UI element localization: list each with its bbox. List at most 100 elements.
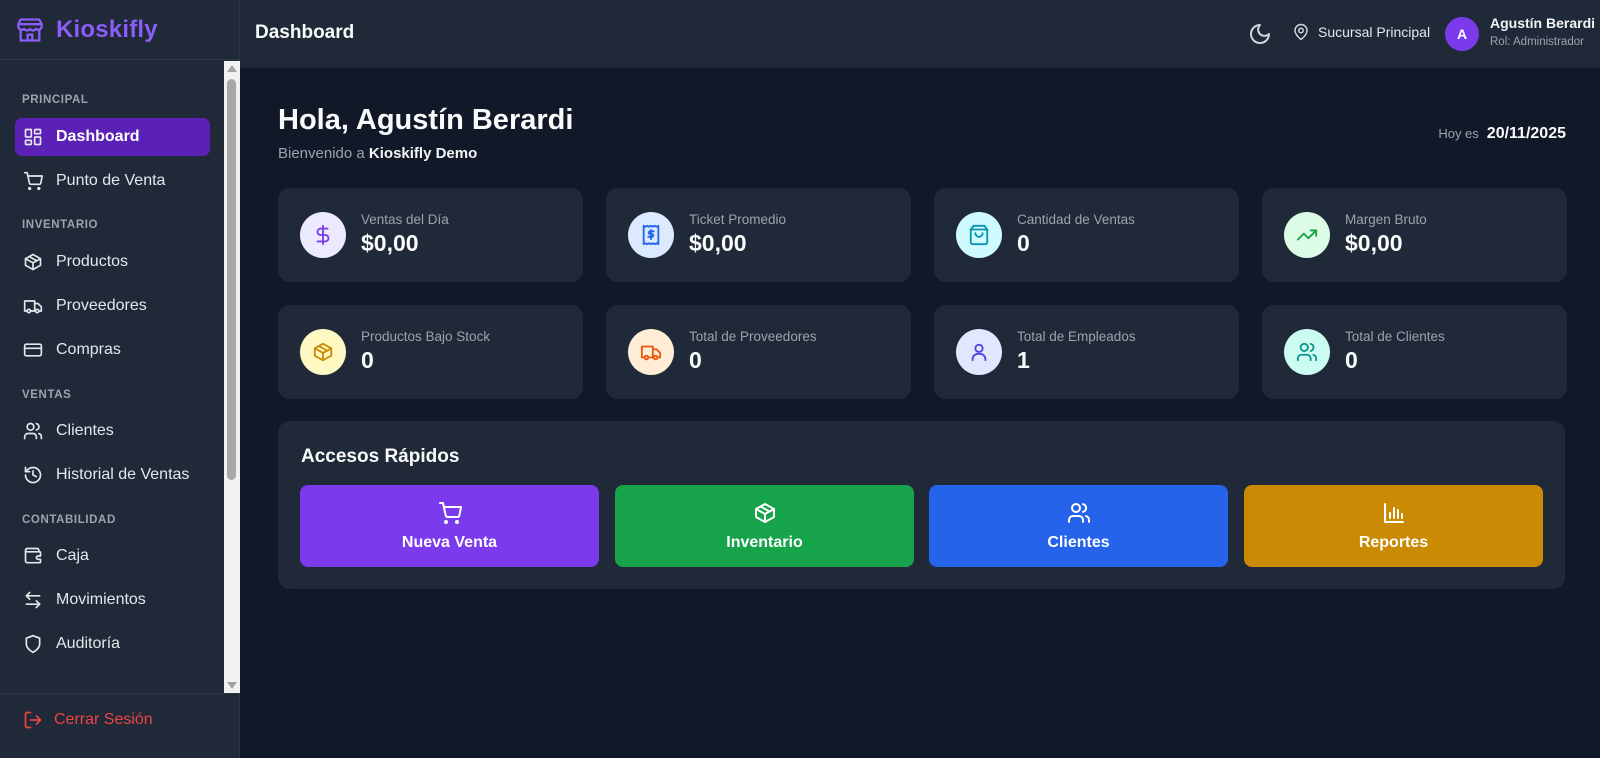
moon-icon[interactable] (1248, 22, 1272, 46)
quick-clients-button[interactable]: Clientes (929, 485, 1228, 567)
main-content: Hola, Agustín Berardi Bienvenido a Kiosk… (240, 68, 1600, 758)
truck-icon (640, 341, 662, 363)
stat-icon-circle (956, 329, 1002, 375)
package-icon (23, 252, 43, 272)
receipt-icon (640, 224, 662, 246)
stat-value: 0 (1345, 347, 1358, 373)
sidebar-item-label: Clientes (56, 422, 114, 439)
truck-icon (23, 296, 43, 316)
sidebar-item-productos[interactable]: Productos (15, 243, 210, 281)
users-icon (1296, 341, 1318, 363)
stat-value: 0 (1017, 230, 1030, 256)
stat-card-total-de-clientes: Total de Clientes 0 (1262, 305, 1567, 399)
quick-new-sale-button[interactable]: Nueva Venta (300, 485, 599, 567)
quick-inventory-button[interactable]: Inventario (615, 485, 914, 567)
stat-card-total-de-proveedores: Total de Proveedores 0 (606, 305, 911, 399)
bar-chart-icon (1382, 501, 1406, 525)
sidebar-item-label: Auditoría (56, 635, 121, 652)
today-date: Hoy es 20/11/2025 (1438, 125, 1566, 143)
stat-icon-circle (956, 212, 1002, 258)
stat-icon-circle (300, 212, 346, 258)
quick-button-label: Nueva Venta (401, 533, 498, 551)
scroll-up-arrow[interactable] (227, 65, 237, 72)
section-label-inventario: INVENTARIO (22, 219, 99, 231)
user-role: Rol: Administrador (1490, 36, 1584, 48)
package-icon (312, 341, 334, 363)
logout-button[interactable]: Cerrar Sesión (23, 710, 153, 730)
sidebar-item-clientes[interactable]: Clientes (15, 412, 210, 450)
sidebar-item-punto-de-venta[interactable]: Punto de Venta (15, 162, 210, 200)
sidebar-item-label: Productos (56, 253, 129, 270)
shield-icon (23, 634, 43, 654)
stat-icon-circle (628, 212, 674, 258)
store-name: Kioskifly Demo (368, 145, 478, 162)
stat-card-cantidad-de-ventas: Cantidad de Ventas 0 (934, 188, 1239, 282)
section-label-principal: PRINCIPAL (22, 94, 89, 106)
stat-card-total-de-empleados: Total de Empleados 1 (934, 305, 1239, 399)
wallet-icon (23, 546, 43, 566)
history-icon (23, 465, 43, 485)
sidebar-item-label: Dashboard (56, 128, 140, 145)
cart-icon (23, 171, 43, 191)
page-title: Dashboard (255, 22, 355, 43)
shopping-bag-icon (968, 224, 990, 246)
greeting-title: Hola, Agustín Berardi (278, 104, 574, 136)
stat-label: Margen Bruto (1345, 212, 1427, 227)
welcome-text: Bienvenido a Kioskifly Demo (278, 145, 477, 162)
sidebar-item-proveedores[interactable]: Proveedores (15, 287, 210, 325)
user-info[interactable]: Agustín Berardi Rol: Administrador (1490, 15, 1595, 48)
stat-card-ticket-promedio: Ticket Promedio $0,00 (606, 188, 911, 282)
section-label-ventas: VENTAS (22, 389, 72, 401)
stat-icon-circle (1284, 329, 1330, 375)
stat-icon-circle (628, 329, 674, 375)
brand[interactable]: Kioskifly (0, 0, 239, 60)
logout-section: Cerrar Sesión (0, 693, 240, 758)
package-icon (753, 501, 777, 525)
user-name: Agustín Berardi (1490, 15, 1596, 31)
scroll-down-arrow[interactable] (227, 682, 237, 689)
stat-value: $0,00 (1345, 230, 1403, 256)
avatar[interactable]: A (1445, 17, 1479, 51)
sidebar-item-caja[interactable]: Caja (15, 537, 210, 575)
today-value: 20/11/2025 (1486, 125, 1566, 142)
section-label-contabilidad: CONTABILIDAD (22, 514, 116, 526)
sidebar-item-dashboard[interactable]: Dashboard (15, 118, 210, 156)
logout-icon (23, 710, 43, 730)
stat-label: Total de Empleados (1017, 329, 1136, 344)
sidebar-item-historial-de-ventas[interactable]: Historial de Ventas (15, 456, 210, 494)
branch-name: Sucursal Principal (1318, 24, 1431, 40)
stat-value: $0,00 (689, 230, 747, 256)
quick-access-title: Accesos Rápidos (301, 446, 460, 467)
scrollbar-thumb[interactable] (227, 79, 236, 480)
quick-button-label: Reportes (1358, 533, 1429, 551)
stat-label: Total de Clientes (1345, 329, 1445, 344)
quick-button-label: Clientes (1047, 533, 1110, 551)
stat-label: Productos Bajo Stock (361, 329, 491, 344)
top-header: Dashboard Sucursal Principal A Agustín B… (240, 0, 1600, 68)
stat-value: 1 (1017, 347, 1030, 373)
stat-label: Ticket Promedio (689, 212, 787, 227)
cart-icon (438, 501, 462, 525)
sidebar-item-auditoria[interactable]: Auditoría (15, 625, 210, 663)
quick-access-panel: Accesos Rápidos Nueva Venta Inventario C… (278, 421, 1565, 589)
quick-reports-button[interactable]: Reportes (1244, 485, 1543, 567)
map-pin-icon (1292, 23, 1310, 41)
sidebar-item-movimientos[interactable]: Movimientos (15, 581, 210, 619)
sidebar-item-label: Proveedores (56, 297, 147, 314)
users-icon (23, 421, 43, 441)
branch-selector[interactable]: Sucursal Principal (1292, 23, 1430, 41)
sidebar-scrollbar[interactable] (224, 61, 240, 693)
stat-card-productos-bajo-stock: Productos Bajo Stock 0 (278, 305, 583, 399)
stat-icon-circle (300, 329, 346, 375)
logout-label: Cerrar Sesión (54, 711, 153, 728)
sidebar-item-label: Caja (56, 547, 89, 564)
brand-name: Kioskifly (56, 15, 158, 43)
stat-value: 0 (361, 347, 374, 373)
sidebar-item-label: Punto de Venta (56, 172, 166, 189)
sidebar-item-compras[interactable]: Compras (15, 331, 210, 369)
today-label: Hoy es (1438, 126, 1479, 141)
stat-card-margen-bruto: Margen Bruto $0,00 (1262, 188, 1567, 282)
quick-button-label: Inventario (726, 533, 803, 551)
sidebar-item-label: Compras (56, 341, 121, 358)
stat-label: Ventas del Día (361, 212, 449, 227)
